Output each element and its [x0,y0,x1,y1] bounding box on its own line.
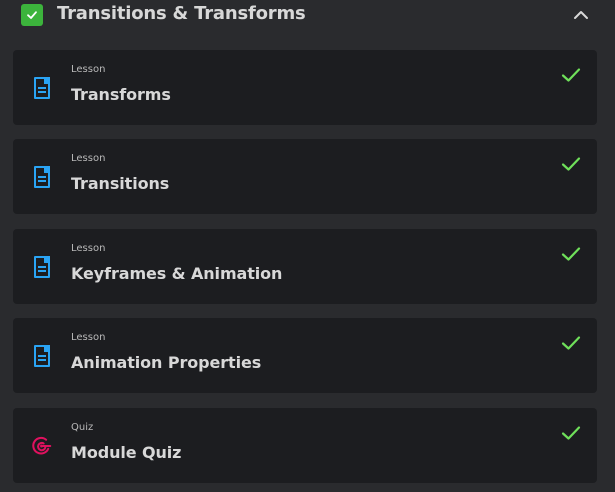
item-title: Keyframes & Animation [71,264,283,283]
document-icon [31,254,53,280]
lesson-item[interactable]: Lesson Transforms [13,50,597,125]
item-title: Animation Properties [71,353,262,372]
chevron-up-icon [574,11,588,19]
lesson-item[interactable]: Lesson Transitions [13,139,597,214]
document-icon [31,343,53,369]
document-icon [31,164,53,190]
item-title: Transitions [71,174,170,193]
section-header[interactable]: Transitions & Transforms [0,0,615,32]
item-type-label: Lesson [71,332,106,343]
completed-check-icon [559,422,583,444]
course-module-panel: Transitions & Transforms Lesson Transfor… [0,0,615,492]
item-type-label: Lesson [71,64,106,75]
completed-check-icon [559,243,583,265]
item-type-label: Lesson [71,153,106,164]
item-title: Transforms [71,85,171,104]
section-title: Transitions & Transforms [57,3,306,24]
collapse-section-button[interactable] [569,4,593,26]
lesson-item[interactable]: Lesson Animation Properties [13,318,597,393]
item-title: Module Quiz [71,443,182,462]
lesson-item[interactable]: Lesson Keyframes & Animation [13,229,597,304]
section-completed-checkbox [21,4,43,26]
check-icon [27,11,37,19]
quiz-item[interactable]: Quiz Module Quiz [13,408,597,483]
target-icon [31,433,53,459]
completed-check-icon [559,332,583,354]
completed-check-icon [559,153,583,175]
item-type-label: Quiz [71,422,94,433]
completed-check-icon [559,64,583,86]
item-type-label: Lesson [71,243,106,254]
document-icon [31,75,53,101]
